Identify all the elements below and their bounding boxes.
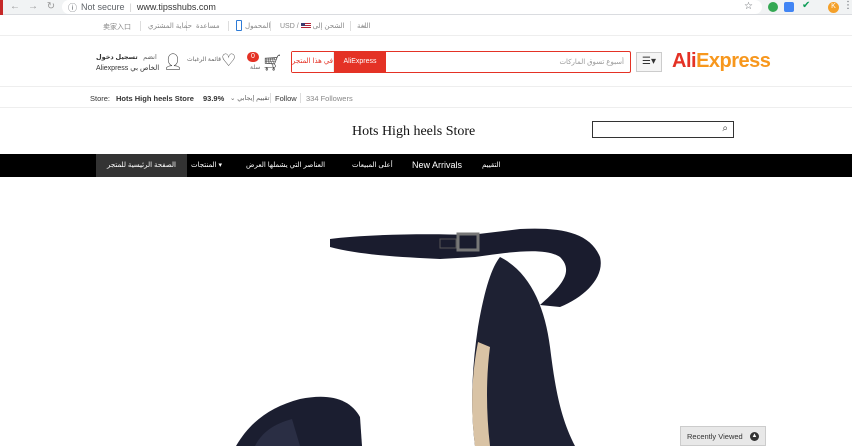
divider — [350, 21, 351, 31]
store-nav: الصفحة الرئيسية للمتجر المنتجات ▾ العناص… — [0, 154, 852, 177]
rating-value: 93.9% — [203, 94, 225, 103]
check-extension-icon[interactable]: ✔ — [802, 0, 810, 11]
nav-feedback[interactable]: التقييم — [482, 154, 501, 177]
follow-button[interactable]: Follow — [275, 94, 297, 103]
utility-bar: اللغة ⌄ USD / الشحن إلى المحمول مساعدة ح… — [0, 16, 852, 36]
url-text: www.tipsshubs.com — [136, 2, 216, 12]
translate-extension-icon[interactable] — [784, 2, 794, 12]
rating-label[interactable]: ⌄ تقييم إيجابي — [230, 94, 269, 102]
nav-sale-items[interactable]: العناصر التي يشملها العرض — [246, 154, 325, 177]
reload-icon[interactable]: ↻ — [44, 1, 58, 12]
menu-icon[interactable]: ⋮ — [843, 0, 852, 11]
rating-text: تقييم إيجابي — [237, 95, 270, 102]
nav-products-label: المنتجات — [191, 162, 217, 169]
cart-icon[interactable]: 🛒︎ — [262, 53, 282, 73]
recently-viewed-label: Recently Viewed — [687, 432, 743, 441]
divider — [300, 93, 301, 103]
product-hero-image[interactable] — [0, 177, 852, 446]
signin-link[interactable]: تسجيل دخول — [96, 54, 138, 61]
nav-products[interactable]: المنتجات ▾ — [191, 154, 222, 177]
cart-count-badge: 0 — [247, 52, 259, 62]
store-name-link[interactable]: Hots High heels Store — [116, 94, 194, 103]
security-label: Not secure — [81, 2, 125, 12]
forward-icon[interactable]: → — [26, 1, 40, 12]
help-link[interactable]: مساعدة — [196, 22, 220, 30]
divider: | — [129, 2, 132, 12]
aliexpress-logo[interactable]: AliExpress — [672, 50, 771, 73]
signin-join[interactable]: انضم تسجيل دخول — [96, 53, 157, 61]
tab-edge — [0, 0, 3, 15]
search-input[interactable]: أسبوع تسوق الماركات — [559, 58, 624, 66]
currency-label: USD — [280, 23, 295, 30]
followers-count: 334 Followers — [306, 94, 353, 103]
store-title: Hots High heels Store — [352, 124, 476, 139]
mobile-link[interactable]: المحمول — [245, 22, 270, 30]
mobile-icon — [236, 20, 242, 31]
store-banner: Hots High heels Store ⌕ — [0, 109, 852, 154]
back-icon[interactable]: ← — [8, 1, 22, 12]
join-link[interactable]: انضم — [143, 54, 157, 61]
divider — [270, 93, 271, 103]
search-in-store-button[interactable]: في هذا المتجر — [292, 52, 334, 72]
site-header: AliExpress ☰▾ أسبوع تسوق الماركات AliExp… — [0, 37, 852, 87]
high-heel-sandal-image — [236, 228, 601, 446]
nav-store-home[interactable]: الصفحة الرئيسية للمتجر — [96, 154, 187, 177]
wishlist-label[interactable]: قائمة الرغبات — [187, 56, 221, 63]
logo-part: Express — [696, 50, 771, 72]
divider — [140, 21, 141, 31]
store-search-input[interactable]: ⌕ — [592, 121, 734, 138]
heart-icon[interactable]: ♡ — [221, 51, 236, 71]
nav-new-arrivals[interactable]: New Arrivals — [412, 154, 462, 177]
my-aliexpress-link[interactable]: Aliexpress الخاص بي — [96, 64, 159, 72]
ship-to-selector[interactable]: USD / الشحن إلى — [280, 22, 345, 30]
divider — [228, 21, 229, 31]
cart-label[interactable]: سلة — [250, 64, 260, 71]
store-label: Store: — [90, 94, 111, 103]
search-box: أسبوع تسوق الماركات AliExpress في هذا ال… — [291, 51, 631, 73]
recently-viewed-button[interactable]: Recently Viewed ▲ — [680, 426, 766, 446]
chevron-down-icon: ⌄ — [361, 22, 367, 29]
info-icon: ⓘ — [68, 2, 78, 13]
profile-avatar[interactable]: K — [828, 2, 839, 13]
us-flag-icon — [300, 23, 311, 30]
ship-to-label: الشحن إلى — [312, 23, 345, 30]
address-bar[interactable]: ⓘ Not secure | www.tipsshubs.com — [62, 0, 762, 14]
search-aliexpress-button[interactable]: AliExpress — [334, 51, 386, 73]
grammarly-extension-icon[interactable] — [768, 2, 778, 12]
bookmark-star-icon[interactable]: ☆ — [744, 1, 753, 12]
buyer-protection-link[interactable]: حماية المشتري — [148, 22, 192, 30]
chevron-up-icon: ▲ — [750, 432, 759, 441]
seller-entrance-link[interactable]: 卖家入口 — [103, 22, 131, 32]
store-info-bar: Store: Hots High heels Store 93.9% ⌄ تقي… — [0, 88, 852, 108]
categories-menu-button[interactable]: ☰▾ — [636, 52, 662, 72]
search-icon[interactable]: ⌕ — [722, 123, 728, 134]
nav-top-selling[interactable]: أعلى المبيعات — [352, 154, 393, 177]
browser-toolbar: ← → ↻ ⓘ Not secure | www.tipsshubs.com ☆… — [0, 0, 852, 15]
user-icon[interactable]: 👤︎ — [163, 52, 183, 72]
